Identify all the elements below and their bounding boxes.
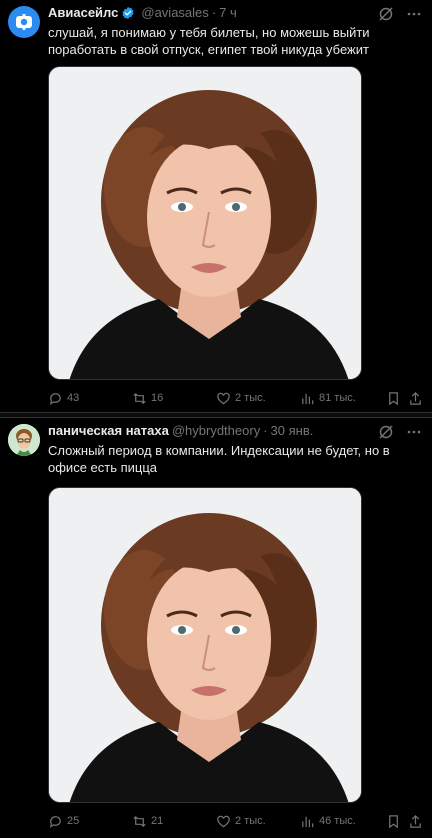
reply-button[interactable]: 43	[48, 391, 79, 406]
timestamp[interactable]: 30 янв.	[271, 422, 314, 440]
reply-count: 43	[67, 392, 80, 404]
like-count: 2 тыс.	[235, 392, 266, 404]
cartoon-avatar-icon	[8, 424, 40, 456]
view-count: 46 тыс.	[319, 815, 356, 827]
tweet-aviasales[interactable]: Авиасейлс @aviasales · 7 ч слушай, я пон…	[0, 0, 432, 412]
author-name[interactable]: паническая натаха	[48, 422, 169, 440]
bookmark-icon	[389, 391, 398, 405]
verified-badge-icon	[122, 6, 134, 20]
bookmark-button[interactable]	[386, 391, 401, 406]
retweet-count: 21	[151, 815, 164, 827]
timestamp[interactable]: 7 ч	[219, 4, 237, 22]
bookmark-button[interactable]	[386, 814, 401, 829]
grok-icon[interactable]	[378, 424, 394, 440]
aviasales-logo-icon	[16, 14, 32, 30]
reply-button[interactable]: 25	[48, 814, 79, 829]
avatar[interactable]	[8, 6, 40, 38]
views-button[interactable]: 81 тыс.	[300, 391, 356, 406]
author-handle[interactable]: @aviasales	[141, 4, 208, 22]
avatar[interactable]	[8, 424, 40, 456]
portrait-photo-image	[49, 488, 361, 802]
share-button[interactable]	[408, 391, 423, 406]
bookmark-icon	[389, 814, 398, 828]
tweet-text: Сложный период в компании. Индексации не…	[48, 443, 390, 475]
tweet-header: Авиасейлс @aviasales · 7 ч	[48, 4, 422, 22]
retweet-count: 16	[151, 392, 164, 404]
tweet-media[interactable]	[48, 66, 362, 380]
views-icon	[302, 393, 314, 404]
retweet-button[interactable]: 21	[132, 814, 163, 829]
like-count: 2 тыс.	[235, 815, 266, 827]
more-options-icon[interactable]	[406, 424, 422, 440]
views-button[interactable]: 46 тыс.	[300, 814, 356, 829]
tweet-hybrydtheory[interactable]: паническая натаха @hybrydtheory · 30 янв…	[0, 418, 432, 838]
views-icon	[302, 816, 314, 827]
more-options-icon[interactable]	[406, 6, 422, 22]
author-handle[interactable]: @hybrydtheory	[172, 422, 260, 440]
like-button[interactable]: 2 тыс.	[216, 391, 266, 406]
tweet-header: паническая натаха @hybrydtheory · 30 янв…	[48, 422, 422, 440]
retweet-icon	[133, 392, 146, 404]
separator-dot: ·	[263, 423, 268, 438]
reply-count: 25	[67, 815, 80, 827]
reply-icon	[49, 392, 61, 405]
grok-icon[interactable]	[378, 6, 394, 22]
tweet-text: слушай, я понимаю у тебя билеты, но може…	[48, 25, 370, 57]
view-count: 81 тыс.	[319, 392, 356, 404]
reply-icon	[49, 815, 61, 828]
share-button[interactable]	[408, 814, 423, 829]
portrait-photo-image	[49, 67, 361, 379]
heart-icon	[217, 392, 230, 404]
separator-dot: ·	[211, 5, 217, 20]
retweet-icon	[133, 815, 146, 827]
like-button[interactable]: 2 тыс.	[216, 814, 266, 829]
tweet-actions: 43 16 2 тыс. 81 тыс.	[48, 388, 422, 408]
share-icon	[410, 814, 421, 828]
author-name[interactable]: Авиасейлс	[48, 4, 118, 22]
share-icon	[410, 391, 421, 405]
heart-icon	[217, 815, 230, 827]
tweet-actions: 25 21 2 тыс. 46 тыс.	[48, 811, 422, 831]
tweet-media[interactable]	[48, 487, 362, 803]
retweet-button[interactable]: 16	[132, 391, 163, 406]
